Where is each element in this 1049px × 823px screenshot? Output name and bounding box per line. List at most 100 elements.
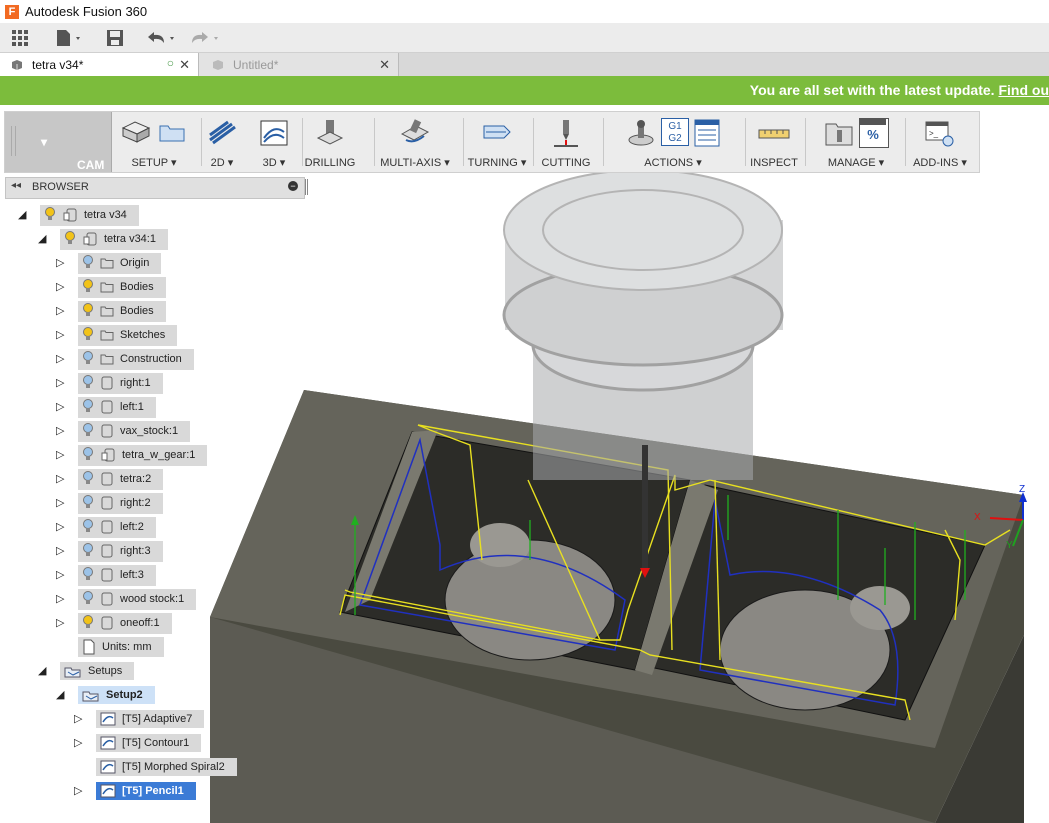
- browser-node[interactable]: ▷ right:3: [56, 540, 163, 562]
- save-icon[interactable]: [105, 27, 125, 49]
- 2d-adaptive-icon[interactable]: [206, 118, 238, 148]
- open-setup-icon[interactable]: [156, 118, 188, 146]
- expand-arrow-icon[interactable]: ▷: [56, 400, 72, 414]
- redo-icon[interactable]: [188, 27, 224, 49]
- browser-node-body[interactable]: right:3: [78, 540, 163, 562]
- browser-node[interactable]: ▷ left:1: [56, 396, 156, 418]
- browser-node-body[interactable]: right:2: [78, 492, 163, 514]
- lightbulb-off-icon[interactable]: [82, 374, 94, 392]
- multi-axis-group[interactable]: MULTI-AXIS ▾: [376, 112, 454, 172]
- browser-node-body[interactable]: tetra:2: [78, 468, 164, 490]
- expand-arrow-icon[interactable]: ▷: [56, 592, 72, 606]
- collapse-arrow-icon[interactable]: ◢: [38, 664, 54, 678]
- turning-icon[interactable]: [480, 118, 514, 148]
- 2d-group[interactable]: 2D ▾: [203, 112, 241, 172]
- browser-node[interactable]: ◢ tetra v34:1: [38, 228, 168, 250]
- collapse-arrow-icon[interactable]: ◢: [56, 688, 72, 702]
- browser-node-body[interactable]: Bodies: [78, 276, 166, 298]
- cutting-group[interactable]: CUTTING: [535, 112, 597, 172]
- expand-arrow-icon[interactable]: ▷: [56, 352, 72, 366]
- collapse-browser-icon[interactable]: ◂◂: [11, 180, 21, 191]
- browser-node[interactable]: ▷ vax_stock:1: [56, 420, 191, 442]
- lightbulb-off-icon[interactable]: [82, 398, 94, 416]
- browser-node[interactable]: ▷ right:2: [56, 492, 163, 514]
- tool-library-icon[interactable]: [823, 118, 855, 148]
- lightbulb-on-icon[interactable]: [64, 230, 76, 248]
- browser-node[interactable]: ▷ Sketches: [56, 324, 178, 346]
- collapse-arrow-icon[interactable]: ◢: [38, 232, 54, 246]
- browser-node[interactable]: ▷ Bodies: [56, 276, 166, 298]
- browser-node[interactable]: ▷ tetra_w_gear:1: [56, 444, 208, 466]
- lightbulb-on-icon[interactable]: [82, 614, 94, 632]
- setup-group[interactable]: SETUP ▾: [113, 112, 195, 172]
- browser-node-body[interactable]: right:1: [78, 372, 163, 394]
- lightbulb-off-icon[interactable]: [82, 350, 94, 368]
- browser-node-body[interactable]: vax_stock:1: [78, 420, 191, 442]
- browser-node-body[interactable]: left:2: [78, 516, 156, 538]
- inspect-group[interactable]: INSPECT: [747, 112, 801, 172]
- lightbulb-off-icon[interactable]: [82, 542, 94, 560]
- lightbulb-off-icon[interactable]: [82, 590, 94, 608]
- expand-arrow-icon[interactable]: ▷: [56, 424, 72, 438]
- post-process-icon[interactable]: G1 G2: [661, 118, 689, 146]
- axis-triad[interactable]: Z X Y: [970, 480, 1040, 550]
- browser-node-body[interactable]: Construction: [78, 348, 194, 370]
- new-setup-icon[interactable]: [120, 118, 152, 146]
- expand-arrow-icon[interactable]: ▷: [56, 304, 72, 318]
- 3d-group[interactable]: 3D ▾: [253, 112, 295, 172]
- expand-arrow-icon[interactable]: ▷: [56, 616, 72, 630]
- lightbulb-off-icon[interactable]: [82, 470, 94, 488]
- browser-node[interactable]: ▷ oneoff:1: [56, 612, 172, 634]
- browser-node[interactable]: Units: mm: [56, 637, 164, 657]
- scripts-icon[interactable]: >_: [924, 118, 956, 148]
- expand-arrow-icon[interactable]: ▷: [56, 496, 72, 510]
- browser-node[interactable]: ▷ left:3: [56, 564, 156, 586]
- browser-node-body[interactable]: Origin: [78, 252, 162, 274]
- workspace-switcher[interactable]: CAM ▾: [5, 112, 112, 172]
- 3d-adaptive-icon[interactable]: [258, 118, 290, 148]
- browser-node-body[interactable]: tetra_w_gear:1: [78, 444, 208, 466]
- browser-node-body[interactable]: wood stock:1: [78, 588, 197, 610]
- browser-node[interactable]: ▷ Construction: [56, 348, 194, 370]
- expand-arrow-icon[interactable]: ▷: [56, 448, 72, 462]
- close-tab-icon[interactable]: ✕: [379, 57, 390, 73]
- tab-untitled[interactable]: Untitled* ✕: [199, 53, 399, 76]
- browser-node[interactable]: ▷ right:1: [56, 372, 163, 394]
- browser-node[interactable]: ▷ [T5] Pencil1: [74, 781, 196, 801]
- post-library-icon[interactable]: %: [859, 118, 889, 148]
- data-panel-grid-icon[interactable]: [10, 27, 30, 49]
- expand-arrow-icon[interactable]: ▷: [56, 256, 72, 270]
- drag-handle[interactable]: [11, 126, 16, 156]
- drilling-group[interactable]: DRILLING: [304, 112, 356, 172]
- browser-node[interactable]: ▷ [T5] Contour1: [74, 733, 202, 753]
- browser-node[interactable]: ◢ tetra v34: [18, 204, 139, 226]
- close-tab-icon[interactable]: ✕: [179, 57, 190, 73]
- browser-node[interactable]: ◢ Setups: [38, 661, 135, 681]
- expand-arrow-icon[interactable]: ▷: [56, 520, 72, 534]
- simulate-icon[interactable]: [625, 118, 657, 148]
- lightbulb-on-icon[interactable]: [82, 278, 94, 296]
- lightbulb-on-icon[interactable]: [82, 326, 94, 344]
- browser-node-body[interactable]: left:1: [78, 396, 156, 418]
- expand-arrow-icon[interactable]: ▷: [74, 784, 90, 798]
- browser-node-body[interactable]: tetra v34:1: [60, 228, 168, 250]
- multi-axis-icon[interactable]: [398, 118, 432, 148]
- lightbulb-off-icon[interactable]: [82, 422, 94, 440]
- expand-arrow-icon[interactable]: ▷: [56, 568, 72, 582]
- browser-node[interactable]: ▷ tetra:2: [56, 468, 164, 490]
- browser-node[interactable]: ◢ Setup2: [56, 685, 155, 705]
- setup-sheet-icon[interactable]: [693, 118, 721, 148]
- add-ins-group[interactable]: >_ ADD-INS ▾: [907, 112, 973, 172]
- manage-group[interactable]: % MANAGE ▾: [811, 112, 901, 172]
- browser-node-body[interactable]: Sketches: [78, 324, 178, 346]
- measure-icon[interactable]: [757, 118, 791, 148]
- undo-icon[interactable]: [144, 27, 180, 49]
- browser-node-body[interactable]: oneoff:1: [78, 612, 172, 634]
- browser-node[interactable]: ▷ Origin: [56, 252, 162, 274]
- lightbulb-off-icon[interactable]: [82, 566, 94, 584]
- banner-link[interactable]: Find ou: [998, 82, 1049, 98]
- resize-handle[interactable]: [305, 179, 308, 195]
- expand-arrow-icon[interactable]: ▷: [74, 736, 90, 750]
- minimize-browser-icon[interactable]: −: [288, 181, 298, 191]
- browser-node-body[interactable]: Units: mm: [78, 637, 164, 657]
